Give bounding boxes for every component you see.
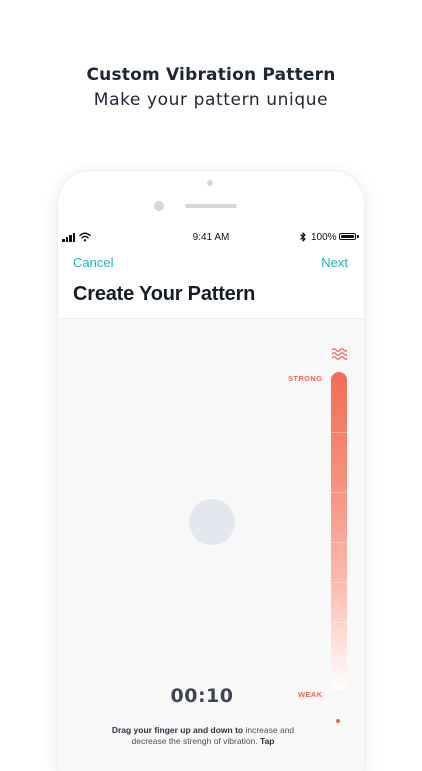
pattern-timer: 00:10: [170, 685, 234, 707]
status-bar: 9:41 AM 100%: [58, 229, 364, 247]
front-camera: [154, 201, 164, 211]
promo-title: Custom Vibration Pattern: [86, 65, 336, 85]
page-title: Create Your Pattern: [73, 283, 256, 305]
bluetooth-icon: [300, 232, 306, 242]
promo-header: Custom Vibration Pattern Make your patte…: [0, 62, 422, 112]
next-button[interactable]: Next: [321, 255, 348, 270]
promo-subtitle: Make your pattern unique: [93, 90, 329, 110]
instructions-bold-2: Tap: [260, 736, 275, 746]
instructions-text: Drag your finger up and down to increase…: [108, 725, 298, 747]
battery-percentage: 100%: [311, 232, 337, 243]
pattern-canvas[interactable]: STRONG WEAK 00:10 Drag your finger up an…: [58, 318, 364, 771]
intensity-slider[interactable]: [331, 372, 347, 690]
touch-handle[interactable]: [189, 499, 235, 545]
instructions-bold-1: Drag your finger up and down to: [111, 725, 244, 735]
battery-nub: [357, 235, 359, 238]
strong-label: STRONG: [288, 374, 323, 383]
cancel-button[interactable]: Cancel: [73, 255, 113, 270]
earpiece-speaker: [185, 204, 237, 208]
phone-frame: 9:41 AM 100% Cancel Next Create Your Pat…: [58, 171, 364, 771]
intensity-indicator-dot: [336, 719, 340, 723]
vibration-wave-icon: [331, 348, 347, 360]
proximity-sensor: [207, 180, 213, 186]
battery-icon: [339, 233, 356, 240]
